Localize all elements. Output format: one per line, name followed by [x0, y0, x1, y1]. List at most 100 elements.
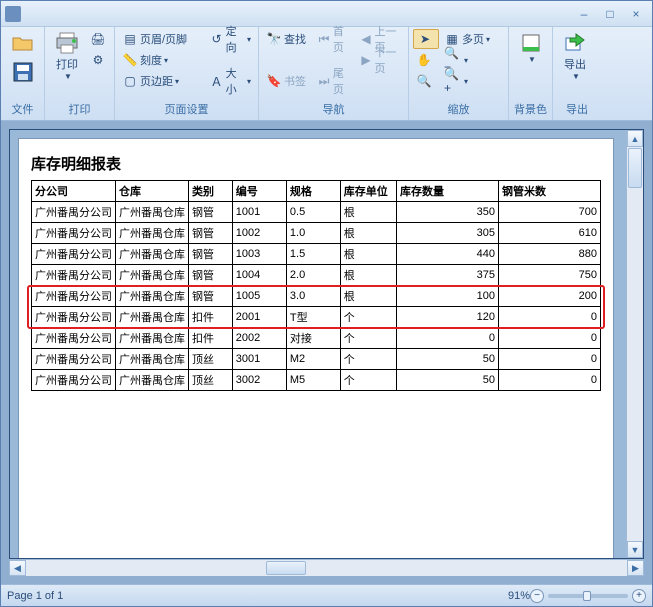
- report-table: 分公司仓库类别编号规格库存单位库存数量钢管米数 广州番禺分公司广州番禺仓库钢管1…: [31, 180, 601, 391]
- table-cell: 广州番禺仓库: [116, 328, 189, 349]
- table-cell: 广州番禺分公司: [32, 307, 116, 328]
- table-cell: 2.0: [286, 265, 340, 286]
- table-cell: 广州番禺仓库: [116, 307, 189, 328]
- table-cell: 钢管: [189, 202, 233, 223]
- table-cell: 广州番禺仓库: [116, 202, 189, 223]
- table-cell: 0: [499, 370, 601, 391]
- minimize-button[interactable]: –: [572, 5, 596, 23]
- size-button[interactable]: Ａ大小▾: [207, 71, 255, 91]
- scroll-viewport: 库存明细报表 分公司仓库类别编号规格库存单位库存数量钢管米数 广州番禺分公司广州…: [9, 129, 644, 559]
- zoom-plus-button[interactable]: +: [632, 589, 646, 603]
- table-cell: 350: [397, 202, 499, 223]
- orientation-icon: ↺: [210, 31, 224, 47]
- scroll-down-button[interactable]: ▼: [627, 541, 643, 558]
- size-label: 大小: [226, 65, 245, 97]
- paint-icon: [519, 31, 543, 55]
- zoom-thumb[interactable]: [583, 591, 591, 601]
- table-row: 广州番禺分公司广州番禺仓库钢管10042.0根375750: [32, 265, 601, 286]
- table-header: 仓库: [116, 181, 189, 202]
- chevron-down-icon: ▾: [247, 35, 251, 44]
- orientation-button[interactable]: ↺定向▾: [207, 29, 255, 49]
- table-cell: 广州番禺分公司: [32, 349, 116, 370]
- binoculars-icon: 🔭: [266, 31, 282, 47]
- table-cell: 根: [340, 202, 396, 223]
- close-button[interactable]: ×: [624, 5, 648, 23]
- print-group-label: 打印: [49, 99, 110, 120]
- vertical-scrollbar[interactable]: ▲ ▼: [626, 130, 643, 558]
- hand-icon: ✋: [416, 52, 432, 68]
- scroll-left-button[interactable]: ◀: [9, 560, 26, 576]
- hand-tool-button[interactable]: ✋: [413, 50, 439, 70]
- magnify-tool-button[interactable]: 🔍: [413, 71, 439, 91]
- next-page-button[interactable]: ▶下一页: [357, 50, 404, 70]
- find-button[interactable]: 🔭查找: [263, 29, 312, 49]
- table-cell: 0: [499, 307, 601, 328]
- zoom-minus-button[interactable]: −: [530, 589, 544, 603]
- export-icon: [563, 31, 587, 55]
- zoom-in-icon: 🔍+: [444, 73, 460, 89]
- scroll-thumb[interactable]: [628, 148, 642, 188]
- table-cell: 钢管: [189, 244, 233, 265]
- pointer-tool-button[interactable]: ➤: [413, 29, 439, 49]
- scroll-thumb[interactable]: [266, 561, 306, 575]
- table-cell: M5: [286, 370, 340, 391]
- header-icon: ▤: [122, 31, 138, 47]
- report-page: 库存明细报表 分公司仓库类别编号规格库存单位库存数量钢管米数 广州番禺分公司广州…: [18, 138, 614, 559]
- table-cell: 扣件: [189, 328, 233, 349]
- find-label: 查找: [284, 31, 306, 47]
- table-cell: 0.5: [286, 202, 340, 223]
- zoom-slider[interactable]: − +: [530, 589, 646, 603]
- table-cell: 钢管: [189, 286, 233, 307]
- bgcolor-button[interactable]: ▼: [513, 29, 549, 66]
- table-cell: 根: [340, 223, 396, 244]
- report-title: 库存明细报表: [31, 153, 601, 174]
- table-header: 类别: [189, 181, 233, 202]
- zoom-track[interactable]: [548, 594, 628, 598]
- table-cell: 个: [340, 370, 396, 391]
- margins-icon: ▢: [122, 73, 138, 89]
- maximize-button[interactable]: □: [598, 5, 622, 23]
- scroll-track[interactable]: [26, 560, 627, 576]
- print-options-button[interactable]: ⚙: [87, 50, 111, 70]
- bookmark-button[interactable]: 🔖书签: [263, 71, 312, 91]
- export-button[interactable]: 导出 ▼: [557, 29, 593, 83]
- table-cell: 1003: [232, 244, 286, 265]
- zoom-status: 91%: [508, 590, 530, 602]
- table-cell: 440: [397, 244, 499, 265]
- first-page-button[interactable]: ⏮首页: [314, 29, 354, 49]
- scroll-up-button[interactable]: ▲: [627, 130, 643, 147]
- horizontal-scrollbar[interactable]: ◀ ▶: [9, 559, 644, 576]
- margins-button[interactable]: ▢页边距▾: [119, 71, 205, 91]
- printer-icon: [55, 31, 79, 55]
- next-page-label: 下一页: [374, 44, 401, 76]
- prev-icon: ◀: [360, 31, 373, 47]
- open-button[interactable]: [5, 29, 41, 57]
- table-cell: 个: [340, 307, 396, 328]
- print-button[interactable]: 打印 ▼: [49, 29, 85, 83]
- save-button[interactable]: [5, 58, 41, 86]
- gear-icon: ⚙: [90, 52, 106, 68]
- zoom-in-button[interactable]: 🔍+▾: [441, 71, 493, 91]
- magnifier-icon: 🔍: [416, 73, 432, 89]
- last-page-button[interactable]: ⏭尾页: [314, 71, 354, 91]
- header-footer-button[interactable]: ▤页眉/页脚: [119, 29, 205, 49]
- table-row: 广州番禺分公司广州番禺仓库扣件2001T型个1200: [32, 307, 601, 328]
- bookmark-icon: 🔖: [266, 73, 282, 89]
- workspace: 库存明细报表 分公司仓库类别编号规格库存单位库存数量钢管米数 广州番禺分公司广州…: [1, 121, 652, 584]
- table-cell: 1002: [232, 223, 286, 244]
- table-cell: 广州番禺仓库: [116, 349, 189, 370]
- table-cell: 1004: [232, 265, 286, 286]
- quick-print-button[interactable]: 🖨: [87, 29, 111, 49]
- scroll-right-button[interactable]: ▶: [627, 560, 644, 576]
- table-cell: 100: [397, 286, 499, 307]
- table-cell: 根: [340, 265, 396, 286]
- table-cell: 50: [397, 370, 499, 391]
- table-cell: 3002: [232, 370, 286, 391]
- scale-button[interactable]: 📏刻度▾: [119, 50, 205, 70]
- table-cell: 750: [499, 265, 601, 286]
- folder-open-icon: [11, 31, 35, 55]
- table-cell: 顶丝: [189, 370, 233, 391]
- table-row: 广州番禺分公司广州番禺仓库钢管10021.0根305610: [32, 223, 601, 244]
- table-cell: 50: [397, 349, 499, 370]
- table-cell: 0: [499, 328, 601, 349]
